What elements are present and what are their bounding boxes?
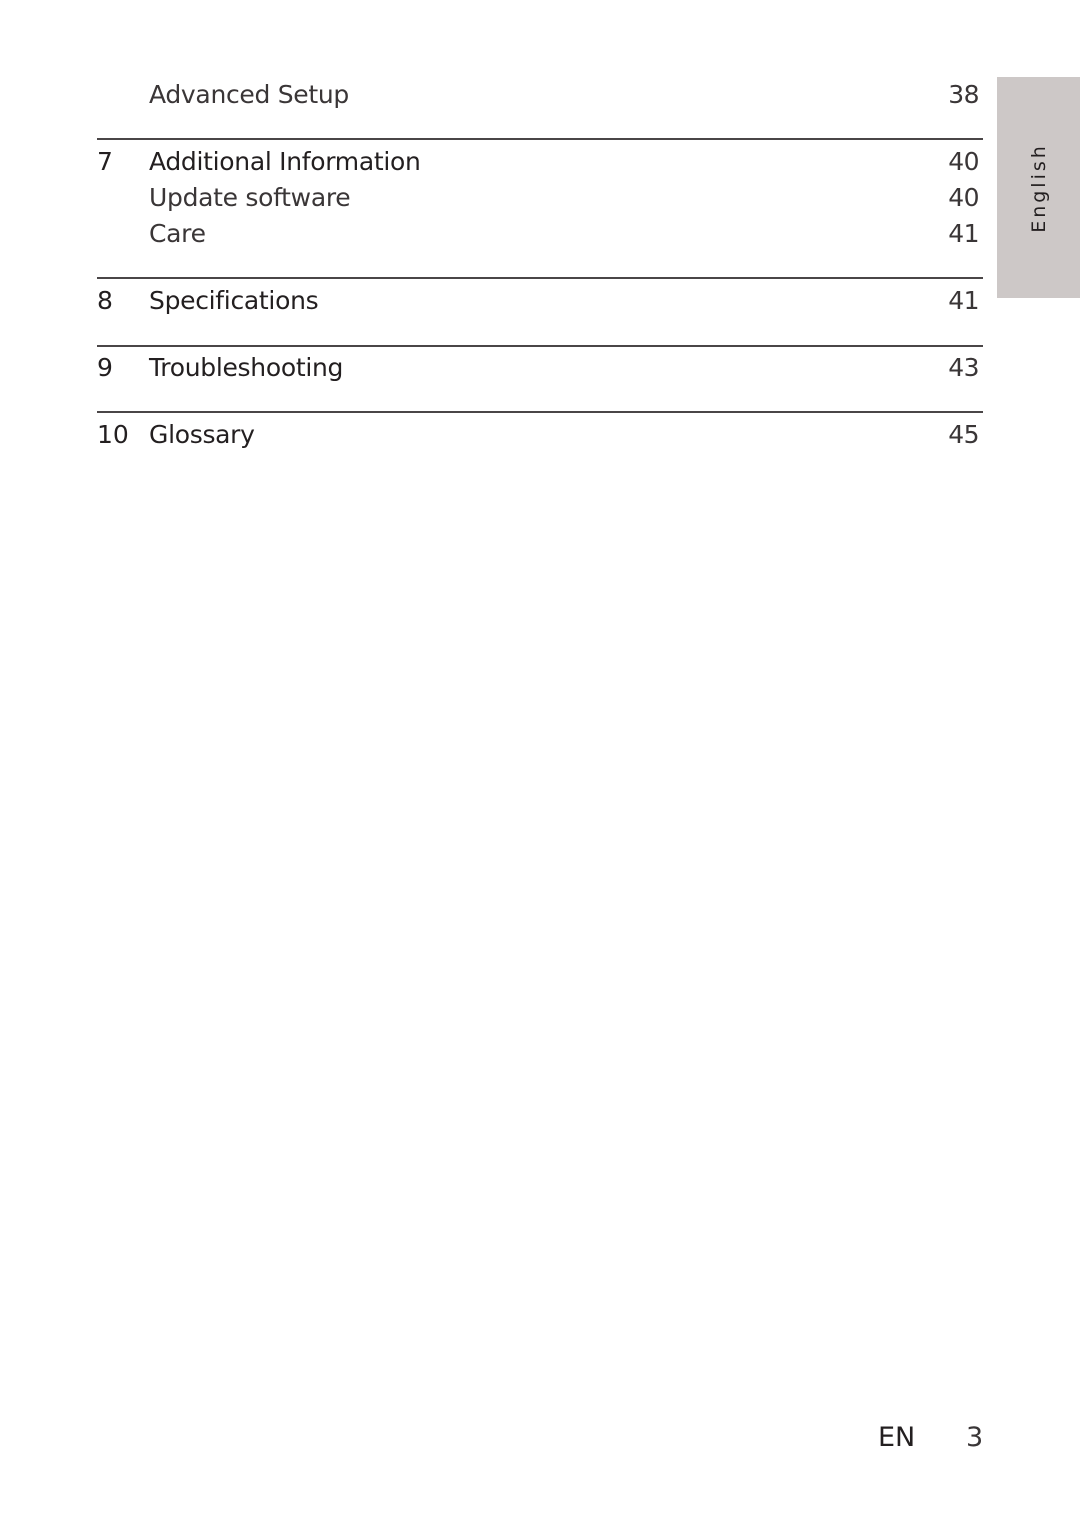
toc-entry-title: Care: [149, 219, 206, 248]
toc-entry-update-software[interactable]: Update software 40: [97, 180, 983, 216]
toc-entry-advanced-setup[interactable]: Advanced Setup 38: [97, 77, 983, 113]
toc-entry-page: 41: [948, 286, 979, 315]
toc-entry-number: 9: [97, 353, 113, 382]
toc-entry-number: 10: [97, 420, 129, 449]
toc-entry-troubleshooting[interactable]: 9 Troubleshooting 43: [97, 350, 983, 386]
toc-entry-number: 8: [97, 286, 113, 315]
section-divider: [97, 411, 983, 413]
toc-entry-page: 41: [948, 219, 979, 248]
toc-entry-page: 45: [948, 420, 979, 449]
language-tab: English: [997, 77, 1080, 298]
section-divider: [97, 277, 983, 279]
toc-entry-number: 7: [97, 147, 113, 176]
language-tab-label: English: [1027, 142, 1050, 233]
toc-entry-glossary[interactable]: 10 Glossary 45: [97, 417, 983, 453]
toc-entry-title: Additional Information: [149, 147, 421, 176]
toc-entry-page: 38: [948, 80, 979, 109]
toc-entry-page: 43: [948, 353, 979, 382]
toc-entry-title: Specifications: [149, 286, 319, 315]
toc-entry-title: Advanced Setup: [149, 80, 349, 109]
footer-language-code: EN: [878, 1422, 916, 1453]
section-divider: [97, 138, 983, 140]
toc-entry-page: 40: [948, 183, 979, 212]
toc-entry-additional-information[interactable]: 7 Additional Information 40: [97, 144, 983, 180]
toc-entry-title: Troubleshooting: [149, 353, 344, 382]
footer-page-number: 3: [966, 1422, 984, 1453]
toc-entry-page: 40: [948, 147, 979, 176]
section-divider: [97, 345, 983, 347]
toc-entry-title: Update software: [149, 183, 351, 212]
toc-entry-specifications[interactable]: 8 Specifications 41: [97, 283, 983, 319]
toc-entry-care[interactable]: Care 41: [97, 216, 983, 252]
toc-entry-title: Glossary: [149, 420, 255, 449]
